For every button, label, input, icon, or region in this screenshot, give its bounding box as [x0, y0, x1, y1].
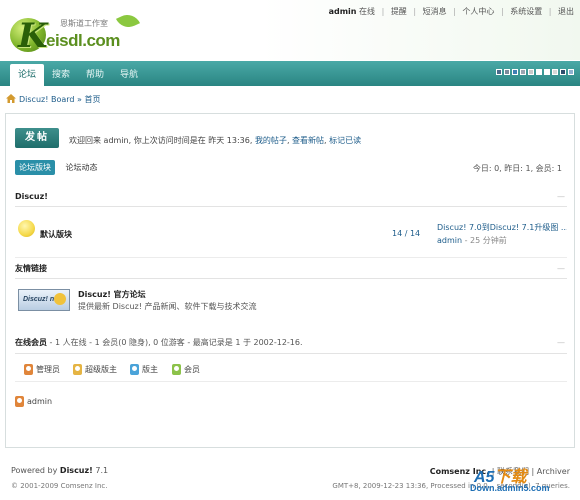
divider: | [453, 7, 456, 16]
legend-item: 版主 [130, 364, 158, 375]
profile-link[interactable]: 个人中心 [462, 6, 494, 17]
category-header: Discuz! — [15, 187, 567, 207]
user-group-icon [73, 364, 82, 375]
sub-tabs: 论坛版块 论坛动态 [15, 160, 102, 175]
online-summary: - 1 人在线 - 1 会员(0 隐身), 0 位游客 - 最高记录是 1 于 … [49, 338, 303, 347]
powered-by: Powered by Discuz! 7.1 [11, 466, 108, 475]
style-swatch-9[interactable] [568, 69, 574, 75]
logo-letter: K [18, 16, 48, 56]
powered-prefix: Powered by [11, 466, 58, 475]
links-title: 友情链接 [15, 264, 47, 273]
main-nav: 论坛 搜索 帮助 导航 [0, 61, 580, 86]
new-post-button[interactable]: 发帖 [15, 128, 59, 148]
user-group-icon [24, 364, 33, 375]
forum-row: 默认版块 14 / 14 Discuz! 7.0到Discuz! 7.1升级图 … [15, 214, 567, 258]
home-icon[interactable] [6, 94, 16, 103]
links-header: 友情链接 — [15, 259, 567, 279]
nav-tab-navigation[interactable]: 导航 [112, 64, 146, 86]
friend-link-desc: 提供最新 Discuz! 产品新闻、软件下载与技术交流 [78, 302, 257, 311]
leaf-icon [115, 10, 141, 32]
top-menu: admin 在线 | 提醒 | 短消息 | 个人中心 | 系统设置 | 退出 [329, 6, 574, 17]
forum-status-icon [18, 220, 35, 237]
collapse-icon[interactable]: — [557, 259, 565, 279]
last-post-author[interactable]: admin [437, 236, 462, 245]
group-legend: 管理员 超级版主 版主 会员 [15, 360, 567, 382]
nav-tab-forum[interactable]: 论坛 [10, 64, 45, 86]
style-swatch-7[interactable] [552, 69, 558, 75]
divider: | [381, 7, 385, 16]
logo-subtitle: 恩斯道工作室 [60, 19, 108, 28]
forum-main: 发帖 欢迎回来 admin, 你上次访问时间是在 昨天 13:36, 我的帖子,… [5, 113, 575, 448]
logo-text: eisdl.com [46, 31, 120, 50]
welcome-message: 欢迎回来 admin, 你上次访问时间是在 昨天 13:36, 我的帖子, 查看… [69, 136, 362, 145]
tab-forums[interactable]: 论坛版块 [15, 160, 55, 175]
online-members: 在线会员 - 1 人在线 - 1 会员(0 隐身), 0 位游客 - 最高记录是… [15, 332, 567, 354]
style-swatch-8[interactable] [560, 69, 566, 75]
badge-dot-icon [54, 293, 66, 305]
style-swatch-5[interactable] [536, 69, 542, 75]
remind-link[interactable]: 提醒 [391, 6, 407, 17]
divider: | [500, 7, 504, 16]
collapse-icon[interactable]: — [557, 332, 565, 354]
last-post-link[interactable]: Discuz! 7.0到Discuz! 7.1升级图 ... [437, 222, 567, 233]
powered-name-link[interactable]: Discuz! [60, 466, 93, 475]
settings-link[interactable]: 系统设置 [510, 6, 542, 17]
user-group-icon [130, 364, 139, 375]
legend-item: 超级版主 [73, 364, 117, 375]
discuz-badge-image[interactable]: Discuz! net [18, 289, 70, 311]
a5-watermark: A5下载 Down.admin5.com [470, 463, 578, 499]
forum-stats: 今日: 0, 昨日: 1, 会员: 1 [472, 164, 562, 173]
mark-read-link[interactable]: 标记已读 [329, 136, 361, 145]
breadcrumb-board[interactable]: Discuz! Board [19, 95, 74, 104]
legend-label: 版主 [142, 365, 158, 374]
tab-activity[interactable]: 论坛动态 [62, 160, 102, 175]
user-group-icon [172, 364, 181, 375]
style-swatch-1[interactable] [504, 69, 510, 75]
category-title[interactable]: Discuz! [15, 192, 48, 201]
breadcrumb-sep: » [77, 95, 82, 104]
welcome-text: 欢迎回来 admin, 你上次访问时间是在 昨天 13:36, [69, 136, 253, 145]
style-swatch-2[interactable] [512, 69, 518, 75]
user-status: 在线 [359, 7, 376, 16]
breadcrumb: Discuz! Board » 首页 [6, 93, 100, 105]
legend-item: 管理员 [24, 364, 60, 375]
last-post-time: - 25 分钟前 [464, 236, 507, 245]
online-label[interactable]: 在线会员 [15, 338, 47, 347]
powered-version: 7.1 [95, 466, 109, 475]
legend-label: 超级版主 [85, 365, 117, 374]
nav-tab-help[interactable]: 帮助 [78, 64, 112, 86]
nav-tab-search[interactable]: 搜索 [44, 64, 78, 86]
friend-link-title[interactable]: Discuz! 官方论坛 [78, 289, 146, 300]
online-user-item[interactable]: admin [15, 396, 52, 407]
new-posts-link[interactable]: 查看新帖 [292, 136, 324, 145]
online-user-name[interactable]: admin [27, 397, 52, 406]
style-swatch-6[interactable] [544, 69, 550, 75]
site-logo[interactable]: K 恩斯道工作室 eisdl.com [8, 6, 148, 56]
collapse-icon[interactable]: — [557, 187, 565, 207]
legend-label: 会员 [184, 365, 200, 374]
style-swatch-3[interactable] [520, 69, 526, 75]
breadcrumb-current[interactable]: 首页 [84, 95, 100, 104]
logout-link[interactable]: 退出 [558, 6, 574, 17]
watermark-url: Down.admin5.com [470, 483, 550, 493]
forum-name[interactable]: 默认版块 [40, 229, 72, 240]
style-swatch-4[interactable] [528, 69, 534, 75]
page-header: K 恩斯道工作室 eisdl.com admin 在线 | 提醒 | 短消息 |… [0, 0, 580, 60]
style-swatch-0[interactable] [496, 69, 502, 75]
current-user-link[interactable]: admin [329, 7, 357, 16]
pm-link[interactable]: 短消息 [423, 6, 447, 17]
last-post-meta: admin - 25 分钟前 [437, 235, 507, 246]
legend-label: 管理员 [36, 365, 60, 374]
admin-user-icon [15, 396, 24, 407]
legend-item: 会员 [172, 364, 200, 375]
copyright: © 2001-2009 Comsenz Inc. [11, 482, 108, 490]
divider: | [413, 7, 417, 16]
style-switcher [494, 69, 574, 77]
forum-post-count: 14 / 14 [392, 229, 421, 238]
divider: | [548, 7, 552, 16]
my-posts-link[interactable]: 我的帖子 [255, 136, 287, 145]
friend-link-row: Discuz! net Discuz! 官方论坛 提供最新 Discuz! 产品… [15, 286, 567, 316]
